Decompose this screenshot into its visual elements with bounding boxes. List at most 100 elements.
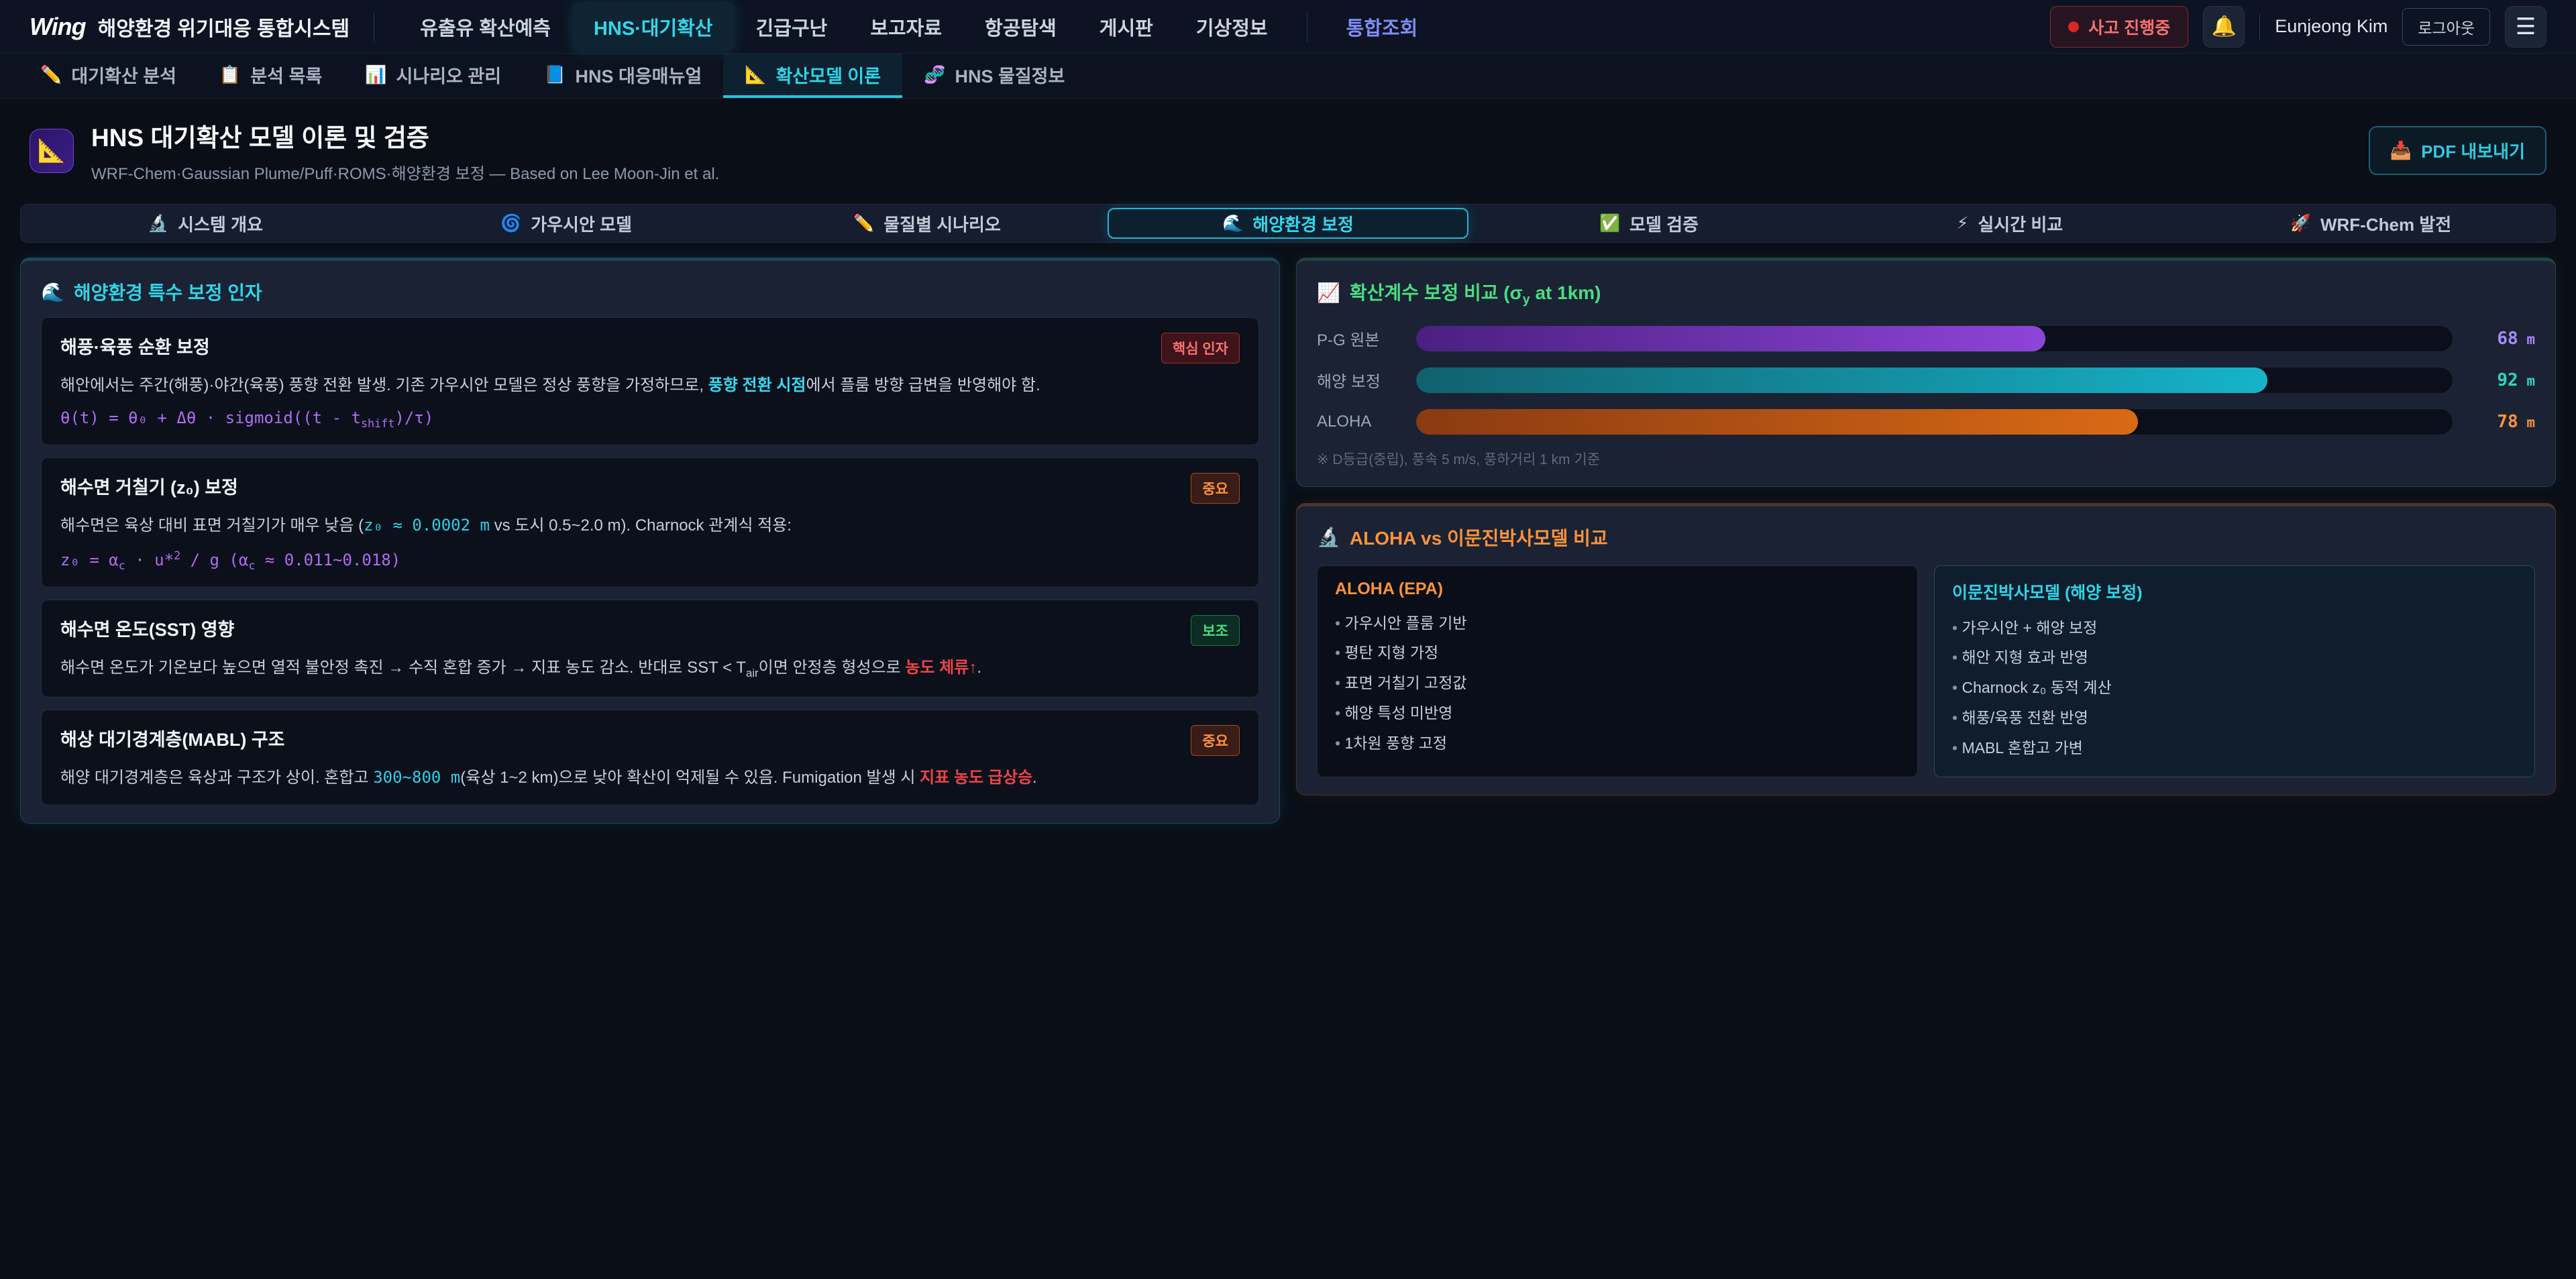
section-tab[interactable]: 🔬 시스템 개요 (25, 208, 386, 239)
subnav-tab[interactable]: 📊 시나리오 관리 (343, 54, 523, 98)
hamburger-menu-button[interactable]: ☰ (2505, 6, 2546, 48)
section-tab-icon: 🔬 (148, 214, 168, 233)
pdf-export-label: PDF 내보내기 (2421, 138, 2525, 163)
subnav-tab-icon: 📊 (365, 64, 386, 85)
factor-card-mabl: 해상 대기경계층(MABL) 구조 중요 해양 대기경계층은 육상과 구조가 상… (41, 710, 1259, 805)
bar-fill (1416, 409, 2138, 435)
sub-nav: ✏️ 대기확산 분석 📋 분석 목록 📊 시나리오 관리 📘 HNS 대응매뉴얼… (0, 54, 2576, 99)
marine-model-feature-list: 가우시안 + 해양 보정 해안 지형 효과 반영 Charnock z₀ 동적 … (1952, 613, 2517, 763)
subnav-tab[interactable]: 📋 분석 목록 (198, 54, 343, 98)
factor-card-surface-roughness: 해수면 거칠기 (z₀) 보정 중요 해수면은 육상 대비 표면 거칠기가 매우… (41, 457, 1259, 588)
section-tab-icon: 🌊 (1222, 214, 1243, 233)
chart-icon: 📈 (1317, 282, 1340, 304)
dispersion-coefficient-panel: 📈 확산계수 보정 비교 (σy at 1km) P-G 원본 68 m 해양 … (1296, 258, 2556, 487)
topnav-item[interactable]: HNS·대기확산 (572, 2, 735, 52)
section-tab[interactable]: 🚀 WRF-Chem 발전 (2190, 208, 2551, 239)
marine-model-column: 이문진박사모델 (해양 보정) 가우시안 + 해양 보정 해안 지형 효과 반영… (1934, 565, 2535, 777)
factor-card-sst: 해수면 온도(SST) 영향 보조 해수면 온도가 기온보다 높으면 열적 불안… (41, 600, 1259, 698)
formula-text: z₀ = α (60, 551, 119, 569)
feature-item: 표면 거칠기 고정값 (1335, 668, 1900, 698)
subnav-tab-icon: ✏️ (40, 64, 62, 85)
topnav-item[interactable]: 항공탐색 (963, 2, 1078, 52)
aloha-column: ALOHA (EPA) 가우시안 플룸 기반 평탄 지형 가정 표면 거칠기 고… (1317, 565, 1918, 777)
subnav-tab[interactable]: 📘 HNS 대응매뉴얼 (523, 54, 723, 98)
topnav-item[interactable]: 유출유 확산예측 (398, 2, 572, 52)
bar-row: P-G 원본 68 m (1317, 325, 2535, 352)
wave-icon: 🌊 (41, 281, 64, 303)
bar-track (1415, 408, 2453, 435)
logo: Wing 해양환경 위기대응 통합시스템 (30, 12, 350, 42)
section-tab-icon: 🌀 (500, 214, 521, 233)
section-tab-label: 가우시안 모델 (531, 211, 632, 236)
section-tab[interactable]: ✏️ 물질별 시나리오 (747, 208, 1108, 239)
formula-subscript: c (119, 559, 125, 572)
subnav-tab-icon: 📘 (544, 64, 566, 85)
section-tab[interactable]: 🌀 가우시안 모델 (386, 208, 747, 239)
incident-dot-icon (2068, 21, 2079, 32)
card-description: 해수면 온도가 기온보다 높으면 열적 불안정 촉진 → 수직 혼합 증가 → … (60, 655, 1240, 682)
content-area: 🌊 해양환경 특수 보정 인자 해풍·육풍 순환 보정 핵심 인자 해안에서는 … (20, 258, 2556, 824)
logo-icon: Wing (30, 13, 86, 41)
subnav-tab-label: HNS 물질정보 (955, 62, 1065, 88)
desc-text: vs 도시 0.5~2.0 m). Charnock 관계식 적용: (490, 516, 792, 535)
desc-warning: 농도 체류↑ (905, 659, 977, 677)
subnav-tab[interactable]: 📐 확산모델 이론 (723, 54, 902, 98)
formula-subscript: c (248, 559, 255, 572)
logout-button[interactable]: 로그아웃 (2402, 8, 2490, 46)
dispersion-bars: P-G 원본 68 m 해양 보정 92 m ALOHA (1317, 325, 2535, 435)
comparison-panel-title-text: ALOHA vs 이문진박사모델 비교 (1350, 524, 1608, 551)
subnav-tab[interactable]: 🧬 HNS 물질정보 (902, 54, 1086, 98)
card-title: 해수면 온도(SST) 영향 (60, 615, 234, 641)
card-formula: z₀ = αc · u*2 / g (αc ≈ 0.011~0.018) (60, 549, 1240, 572)
card-title: 해수면 거칠기 (z₀) 보정 (60, 473, 238, 499)
section-tab[interactable]: 🌊 해양환경 보정 (1108, 208, 1468, 239)
notifications-button[interactable]: 🔔 (2203, 6, 2245, 48)
feature-item: 가우시안 플룸 기반 (1335, 608, 1900, 638)
desc-text: (육상 1~2 km)으로 낮아 확산이 억제될 수 있음. Fumigatio… (460, 769, 920, 787)
desc-text: 해안에서는 주간(해풍)·야간(육풍) 풍향 전환 발생. 기존 가우시안 모델… (60, 376, 708, 394)
subnav-tab-icon: 📐 (745, 64, 766, 85)
bell-icon: 🔔 (2212, 15, 2237, 38)
desc-subscript: air (746, 667, 759, 679)
desc-warning: 지표 농도 급상승 (920, 769, 1032, 787)
card-description: 해안에서는 주간(해풍)·야간(육풍) 풍향 전환 발생. 기존 가우시안 모델… (60, 373, 1240, 398)
priority-badge: 보조 (1191, 615, 1240, 646)
page-title: HNS 대기확산 모델 이론 및 검증 (91, 117, 719, 154)
bar-row: ALOHA 78 m (1317, 408, 2535, 435)
priority-badge: 중요 (1191, 473, 1240, 504)
subnav-tab[interactable]: ✏️ 대기확산 분석 (19, 54, 198, 98)
desc-text: 해수면은 육상 대비 표면 거칠기가 매우 낮음 ( (60, 516, 364, 535)
bar-label: P-G 원본 (1317, 327, 1401, 350)
feature-item: 해양 특성 미반영 (1335, 698, 1900, 728)
topnav-item[interactable]: 보고자료 (849, 2, 963, 52)
bar-value: 68 m (2468, 329, 2535, 349)
triangle-ruler-icon: 📐 (30, 129, 74, 173)
topnav-item[interactable]: 게시판 (1078, 2, 1175, 52)
feature-item: 평탄 지형 가정 (1335, 638, 1900, 668)
topnav-item[interactable]: 통합조회 (1325, 2, 1440, 52)
pdf-export-button[interactable]: 📥 PDF 내보내기 (2369, 126, 2546, 175)
subnav-tab-label: 확산모델 이론 (776, 62, 881, 88)
comparison-panel-title: 🔬 ALOHA vs 이문진박사모델 비교 (1317, 524, 2535, 551)
section-tab[interactable]: ⚡ 실시간 비교 (1829, 208, 2190, 239)
bar-fill (1416, 326, 2045, 351)
section-tab-icon: ✅ (1599, 214, 1620, 233)
page-header: 📐 HNS 대기확산 모델 이론 및 검증 WRF-Chem·Gaussian … (0, 99, 2576, 200)
formula-text: · u* (125, 551, 174, 569)
formula-text: θ(t) = θ₀ + Δθ · sigmoid((t - t (60, 408, 361, 427)
feature-item: 1차원 풍향 고정 (1335, 728, 1900, 759)
bar-track (1415, 325, 2453, 352)
factor-card-sea-land-breeze: 해풍·육풍 순환 보정 핵심 인자 해안에서는 주간(해풍)·야간(육풍) 풍향… (41, 317, 1259, 445)
incident-status-badge[interactable]: 사고 진행중 (2050, 6, 2188, 48)
desc-text: 해양 대기경계층은 육상과 구조가 상이. 혼합고 (60, 769, 373, 787)
page-subtitle: WRF-Chem·Gaussian Plume/Puff·ROMS·해양환경 보… (91, 160, 719, 184)
subnav-tab-icon: 🧬 (924, 64, 945, 85)
topnav-item[interactable]: 긴급구난 (735, 2, 849, 52)
subnav-tab-label: 대기확산 분석 (71, 62, 176, 88)
section-tab-label: WRF-Chem 발전 (2320, 211, 2451, 236)
marine-correction-panel: 🌊 해양환경 특수 보정 인자 해풍·육풍 순환 보정 핵심 인자 해안에서는 … (20, 258, 1280, 824)
section-tab-label: 실시간 비교 (1978, 211, 2063, 236)
section-tab[interactable]: ✅ 모델 검증 (1468, 208, 1829, 239)
topnav-item[interactable]: 기상정보 (1175, 2, 1289, 52)
user-name: Eunjeong Kim (2275, 16, 2387, 37)
